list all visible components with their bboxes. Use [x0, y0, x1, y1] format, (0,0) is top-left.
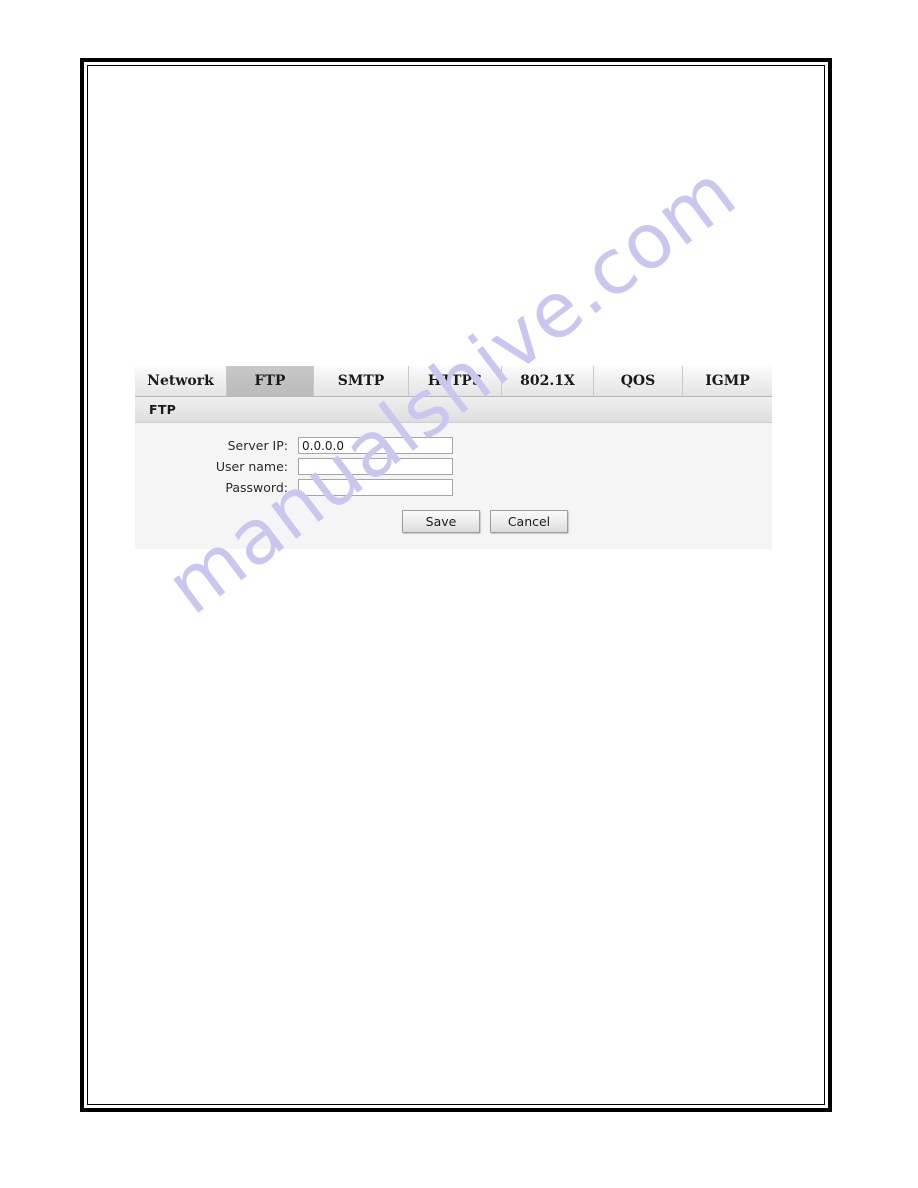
section-header-label: FTP	[149, 402, 177, 417]
server-ip-label: Server IP:	[227, 438, 288, 453]
tab-https-label: HTTPS	[427, 373, 483, 389]
tab-smtp[interactable]: SMTP	[314, 366, 409, 396]
tab-network-label: Network	[147, 373, 214, 389]
section-header: FTP	[135, 397, 772, 423]
form-row-password: Password:	[135, 479, 772, 496]
save-button[interactable]: Save	[402, 510, 480, 533]
cancel-button[interactable]: Cancel	[490, 510, 568, 533]
server-ip-input[interactable]	[298, 437, 453, 454]
tab-bar: Network FTP SMTP HTTPS 802.1X QOS IGMP	[135, 366, 772, 397]
password-input[interactable]	[298, 479, 453, 496]
tab-ftp[interactable]: FTP	[227, 366, 314, 396]
tab-qos[interactable]: QOS	[594, 366, 683, 396]
form-button-row: Save Cancel	[135, 510, 772, 533]
form-row-user-name: User name:	[135, 458, 772, 475]
tab-8021x-label: 802.1X	[520, 373, 575, 389]
password-label: Password:	[225, 480, 288, 495]
tab-igmp-label: IGMP	[705, 373, 750, 389]
tab-igmp[interactable]: IGMP	[683, 366, 772, 396]
network-settings-widget: Network FTP SMTP HTTPS 802.1X QOS IGMP F…	[135, 366, 772, 549]
tab-ftp-label: FTP	[254, 373, 286, 389]
user-name-input[interactable]	[298, 458, 453, 475]
tab-qos-label: QOS	[620, 373, 656, 389]
tab-https[interactable]: HTTPS	[409, 366, 502, 396]
tab-8021x[interactable]: 802.1X	[502, 366, 594, 396]
page-frame	[80, 58, 832, 1112]
ftp-settings-form: Server IP: User name: Password: Save Can…	[135, 423, 772, 549]
user-name-label: User name:	[215, 459, 288, 474]
tab-network[interactable]: Network	[135, 366, 227, 396]
tab-smtp-label: SMTP	[337, 373, 385, 389]
form-row-server-ip: Server IP:	[135, 437, 772, 454]
page-frame-inner-border	[87, 65, 825, 1105]
